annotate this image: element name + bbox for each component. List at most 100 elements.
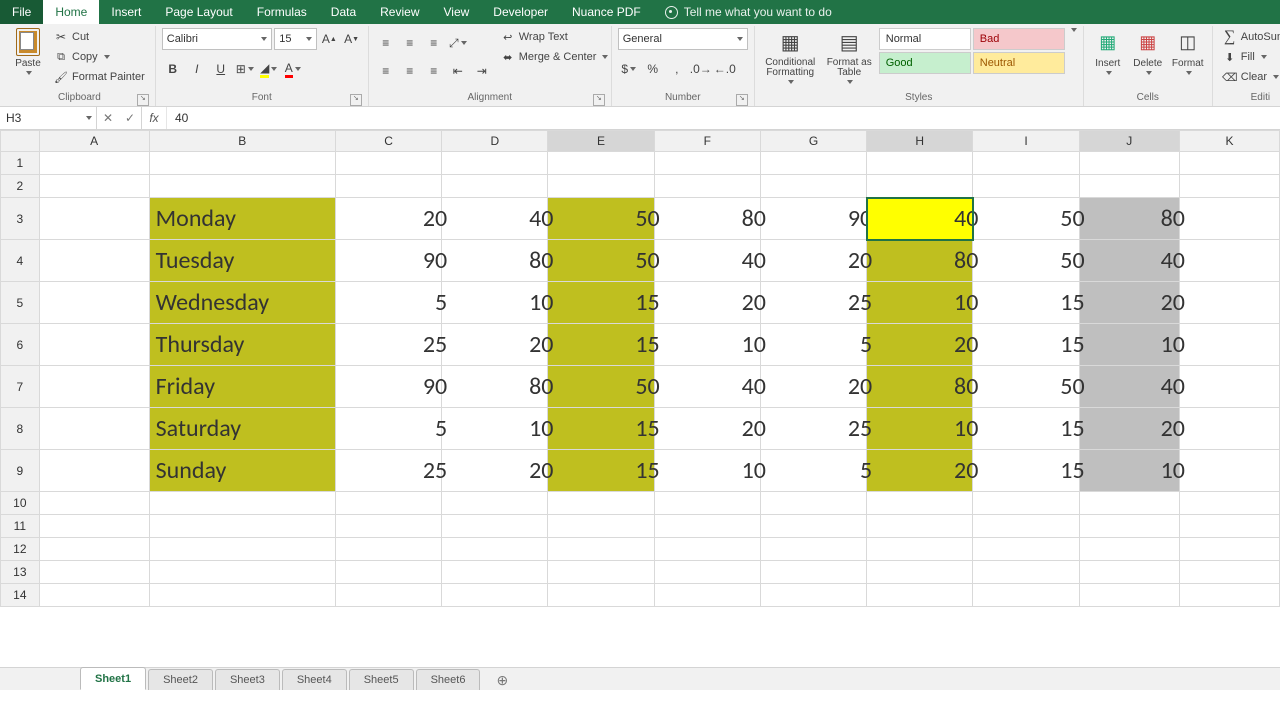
row-header[interactable]: 10 bbox=[1, 492, 40, 515]
row-header[interactable]: 6 bbox=[1, 324, 40, 366]
sheet-tab[interactable]: Sheet5 bbox=[349, 669, 414, 690]
cell[interactable]: 80 bbox=[442, 240, 548, 282]
cell[interactable]: Friday bbox=[149, 366, 335, 408]
cell[interactable]: 10 bbox=[442, 408, 548, 450]
autosum-button[interactable]: ∑AutoSum bbox=[1219, 28, 1280, 46]
tab-nuance-pdf[interactable]: Nuance PDF bbox=[560, 0, 653, 24]
cell[interactable]: 20 bbox=[1079, 282, 1179, 324]
cell[interactable] bbox=[548, 561, 654, 584]
cell[interactable]: 15 bbox=[973, 282, 1079, 324]
cell[interactable] bbox=[39, 538, 149, 561]
row-header[interactable]: 13 bbox=[1, 561, 40, 584]
cell[interactable]: 80 bbox=[867, 366, 973, 408]
cell[interactable]: Saturday bbox=[149, 408, 335, 450]
font-name-select[interactable]: Calibri bbox=[162, 28, 273, 50]
dialog-launcher-icon[interactable]: ↘ bbox=[137, 94, 149, 106]
cell[interactable] bbox=[39, 408, 149, 450]
cell[interactable]: 50 bbox=[548, 240, 654, 282]
cell[interactable]: 25 bbox=[760, 282, 866, 324]
increase-indent-button[interactable]: ⇥ bbox=[471, 60, 493, 82]
align-right-button[interactable]: ≡ bbox=[423, 60, 445, 82]
cell[interactable]: 10 bbox=[654, 324, 760, 366]
cell[interactable]: 90 bbox=[760, 198, 866, 240]
cell[interactable] bbox=[149, 152, 335, 175]
cell[interactable]: Monday bbox=[149, 198, 335, 240]
cell[interactable]: Tuesday bbox=[149, 240, 335, 282]
cell[interactable] bbox=[442, 561, 548, 584]
cell[interactable]: 10 bbox=[442, 282, 548, 324]
increase-font-button[interactable]: A▲ bbox=[319, 28, 339, 50]
column-header[interactable]: G bbox=[760, 131, 866, 152]
cell[interactable] bbox=[1179, 538, 1279, 561]
cell[interactable] bbox=[760, 538, 866, 561]
cell[interactable]: 50 bbox=[973, 198, 1079, 240]
cell[interactable] bbox=[442, 492, 548, 515]
bold-button[interactable]: B bbox=[162, 58, 184, 80]
cut-button[interactable]: ✂Cut bbox=[50, 28, 149, 46]
tab-view[interactable]: View bbox=[432, 0, 482, 24]
column-header[interactable]: K bbox=[1179, 131, 1279, 152]
cell[interactable] bbox=[1079, 538, 1179, 561]
cell[interactable] bbox=[867, 175, 973, 198]
cell[interactable] bbox=[867, 538, 973, 561]
cell[interactable]: 90 bbox=[335, 240, 441, 282]
cell[interactable]: 25 bbox=[335, 450, 441, 492]
column-header[interactable]: J bbox=[1079, 131, 1179, 152]
worksheet-area[interactable]: ABCDEFGHIJK123Monday20405080904050804Tue… bbox=[0, 130, 1280, 690]
cell[interactable] bbox=[149, 584, 335, 607]
fx-icon[interactable]: fx bbox=[142, 107, 167, 129]
tab-file[interactable]: File bbox=[0, 0, 43, 24]
column-header[interactable]: H bbox=[867, 131, 973, 152]
sheet-tab[interactable]: Sheet4 bbox=[282, 669, 347, 690]
cell[interactable] bbox=[39, 175, 149, 198]
cell[interactable]: Thursday bbox=[149, 324, 335, 366]
tab-formulas[interactable]: Formulas bbox=[245, 0, 319, 24]
cell[interactable] bbox=[39, 492, 149, 515]
row-header[interactable]: 3 bbox=[1, 198, 40, 240]
column-header[interactable]: C bbox=[335, 131, 441, 152]
cell[interactable]: 20 bbox=[760, 366, 866, 408]
cell[interactable]: 25 bbox=[335, 324, 441, 366]
cell[interactable]: 20 bbox=[760, 240, 866, 282]
cell[interactable] bbox=[1079, 492, 1179, 515]
cell[interactable]: 40 bbox=[654, 366, 760, 408]
merge-center-button[interactable]: ⬌Merge & Center bbox=[497, 48, 613, 66]
decrease-indent-button[interactable]: ⇤ bbox=[447, 60, 469, 82]
cell[interactable]: 5 bbox=[335, 282, 441, 324]
style-neutral[interactable]: Neutral bbox=[973, 52, 1065, 74]
cell[interactable]: 15 bbox=[548, 450, 654, 492]
row-header[interactable]: 11 bbox=[1, 515, 40, 538]
align-center-button[interactable]: ≡ bbox=[399, 60, 421, 82]
cell[interactable] bbox=[442, 538, 548, 561]
cell[interactable] bbox=[760, 561, 866, 584]
cell[interactable] bbox=[1179, 175, 1279, 198]
cell[interactable] bbox=[335, 538, 441, 561]
row-header[interactable]: 9 bbox=[1, 450, 40, 492]
cell[interactable] bbox=[149, 538, 335, 561]
cell[interactable] bbox=[760, 152, 866, 175]
sheet-tab[interactable]: Sheet2 bbox=[148, 669, 213, 690]
delete-cells-button[interactable]: ▦Delete bbox=[1130, 28, 1166, 75]
cell[interactable] bbox=[1179, 324, 1279, 366]
cell-styles-gallery[interactable]: Normal Bad Good Neutral bbox=[879, 28, 1065, 74]
select-all-corner[interactable] bbox=[1, 131, 40, 152]
cell[interactable]: 50 bbox=[973, 240, 1079, 282]
cell[interactable]: 10 bbox=[654, 450, 760, 492]
format-painter-button[interactable]: 🖌Format Painter bbox=[50, 68, 149, 86]
cell[interactable] bbox=[1179, 282, 1279, 324]
cell[interactable] bbox=[973, 152, 1079, 175]
wrap-text-button[interactable]: ↩Wrap Text bbox=[497, 28, 613, 46]
cell[interactable]: 10 bbox=[867, 408, 973, 450]
cell[interactable] bbox=[335, 584, 441, 607]
cell[interactable] bbox=[973, 492, 1079, 515]
clear-button[interactable]: ⌫Clear bbox=[1219, 68, 1280, 86]
tab-data[interactable]: Data bbox=[319, 0, 368, 24]
cell[interactable] bbox=[442, 515, 548, 538]
cell[interactable] bbox=[1179, 366, 1279, 408]
cell[interactable]: 20 bbox=[654, 408, 760, 450]
cell[interactable]: 5 bbox=[760, 324, 866, 366]
align-middle-button[interactable]: ≡ bbox=[399, 32, 421, 54]
cell[interactable] bbox=[39, 240, 149, 282]
cell[interactable]: 40 bbox=[1079, 366, 1179, 408]
format-cells-button[interactable]: ◫Format bbox=[1170, 28, 1206, 75]
